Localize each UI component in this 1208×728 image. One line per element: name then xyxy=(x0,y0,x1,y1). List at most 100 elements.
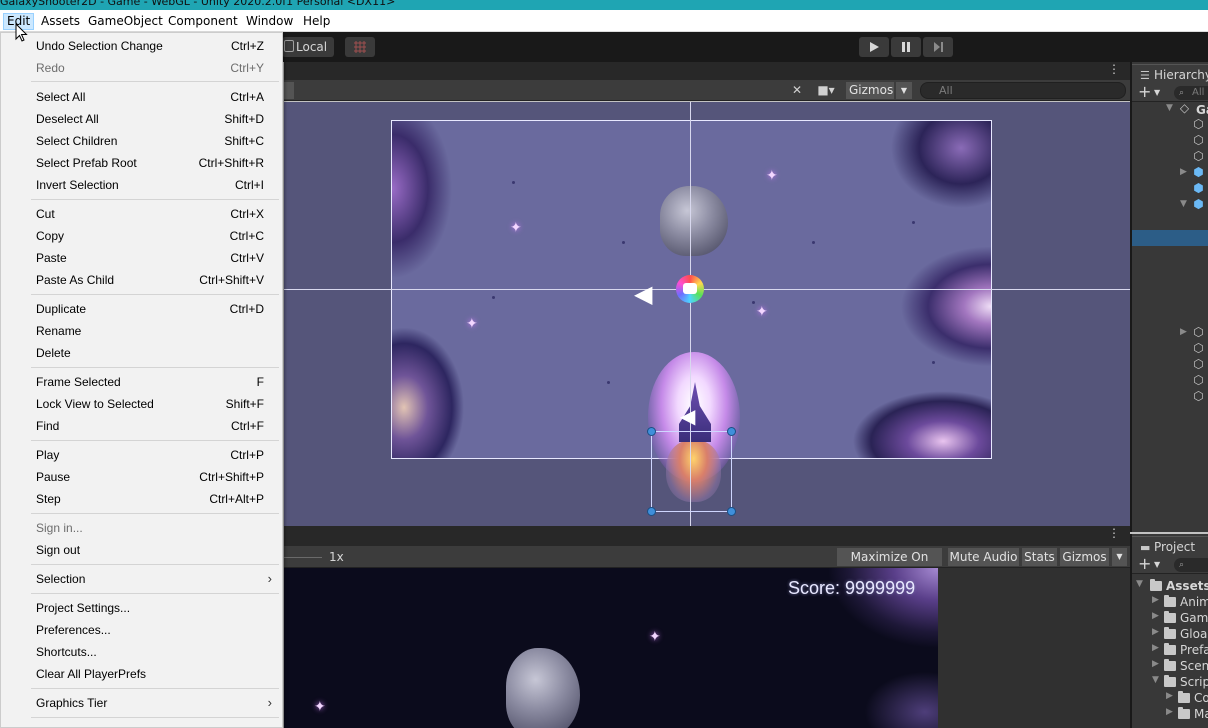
scene-search-input[interactable]: All xyxy=(920,82,1126,99)
expand-icon[interactable]: ▶ xyxy=(1166,690,1176,703)
menu-item-select-children[interactable]: Select Children Shift+C xyxy=(3,130,280,152)
project-folder-row[interactable]: ▼ Assets xyxy=(1132,578,1208,594)
hierarchy-row[interactable] xyxy=(1132,262,1208,278)
game-gizmos-dropdown-icon[interactable]: ▼ xyxy=(1112,548,1128,566)
expand-icon[interactable]: ▶ xyxy=(1180,166,1190,179)
expand-icon[interactable]: ▶ xyxy=(1152,658,1162,671)
project-search-input[interactable]: ⌕ xyxy=(1174,558,1208,572)
resize-handle[interactable] xyxy=(727,427,736,436)
audio-source-icon[interactable]: ◀ xyxy=(634,282,652,306)
menu-item-duplicate[interactable]: Duplicate Ctrl+D xyxy=(3,298,280,320)
hierarchy-row[interactable] xyxy=(1132,246,1208,262)
menu-item-preferences[interactable]: Preferences... xyxy=(3,619,280,641)
collapse-icon[interactable]: ▼ xyxy=(1180,198,1190,211)
hierarchy-row[interactable]: ⬡ xyxy=(1132,374,1208,390)
project-tab[interactable]: ▬ Project xyxy=(1132,536,1208,556)
hierarchy-row[interactable]: ⬡ xyxy=(1132,150,1208,166)
menu-item-redo[interactable]: Redo Ctrl+Y xyxy=(3,57,280,79)
project-folder-row[interactable]: ▶ Gloab xyxy=(1132,626,1208,642)
project-folder-row[interactable]: ▶ Scen xyxy=(1132,658,1208,674)
collapse-icon[interactable]: ▼ xyxy=(1166,102,1176,115)
menu-item-play[interactable]: Play Ctrl+P xyxy=(3,444,280,466)
menu-item-step[interactable]: Step Ctrl+Alt+P xyxy=(3,488,280,510)
hierarchy-row[interactable]: ⬡ xyxy=(1132,342,1208,358)
hierarchy-row[interactable] xyxy=(1132,214,1208,230)
pause-button[interactable] xyxy=(891,37,921,57)
menu-item-sign-in[interactable]: Sign in... xyxy=(3,517,280,539)
menu-item-clear-playerprefs[interactable]: Clear All PlayerPrefs xyxy=(3,663,280,685)
menu-item-graphics-tier[interactable]: Graphics Tier › xyxy=(3,692,280,714)
create-dropdown-icon[interactable]: ▼ xyxy=(1154,84,1160,102)
hierarchy-row[interactable]: ⬡ xyxy=(1132,390,1208,406)
menu-item-lock-view[interactable]: Lock View to Selected Shift+F xyxy=(3,393,280,415)
game-options-icon[interactable]: ⋮ xyxy=(1108,526,1120,540)
resize-handle[interactable] xyxy=(647,507,656,516)
menu-item-selection[interactable]: Selection › xyxy=(3,568,280,590)
rect-transform-selection[interactable] xyxy=(651,431,732,512)
collapse-icon[interactable]: ▼ xyxy=(1136,578,1146,591)
create-icon[interactable]: + xyxy=(1138,555,1151,573)
menu-item-sign-out[interactable]: Sign out xyxy=(3,539,280,561)
menu-item-paste-as-child[interactable]: Paste As Child Ctrl+Shift+V xyxy=(3,269,280,291)
project-folder-row[interactable]: ▶ Prefa xyxy=(1132,642,1208,658)
play-button[interactable] xyxy=(859,37,889,57)
grid-snap-button[interactable] xyxy=(345,37,375,57)
menu-item-undo[interactable]: Undo Selection Change Ctrl+Z xyxy=(3,35,280,57)
camera-dropdown-icon[interactable]: ■▾ xyxy=(814,83,838,98)
scene-gizmos-dropdown-icon[interactable]: ▼ xyxy=(896,82,912,99)
hierarchy-row[interactable]: ⬢ xyxy=(1132,182,1208,198)
create-icon[interactable]: + xyxy=(1138,83,1151,101)
expand-icon[interactable]: ▶ xyxy=(1152,610,1162,623)
stats-button[interactable]: Stats xyxy=(1022,548,1058,566)
project-folder-row[interactable]: ▶ Co xyxy=(1132,690,1208,706)
menu-item-frame-selected[interactable]: Frame Selected F xyxy=(3,371,280,393)
expand-icon[interactable]: ▶ xyxy=(1152,642,1162,655)
step-button[interactable] xyxy=(923,37,953,57)
hierarchy-row[interactable]: ▼ ⬢ xyxy=(1132,198,1208,214)
pivot-space-button[interactable]: Local xyxy=(282,37,334,57)
camera-gizmo-icon[interactable] xyxy=(676,275,704,303)
expand-icon[interactable]: ▶ xyxy=(1180,326,1190,339)
menu-item-paste[interactable]: Paste Ctrl+V xyxy=(3,247,280,269)
hierarchy-row[interactable] xyxy=(1132,294,1208,310)
expand-icon[interactable]: ▶ xyxy=(1152,594,1162,607)
hierarchy-row[interactable]: ⬡ xyxy=(1132,134,1208,150)
hierarchy-row[interactable]: ▶ ⬢ xyxy=(1132,166,1208,182)
game-gizmos-button[interactable]: Gizmos xyxy=(1060,548,1110,566)
hierarchy-tab[interactable]: ☰ Hierarchy xyxy=(1132,64,1208,84)
expand-icon[interactable]: ▶ xyxy=(1166,706,1176,719)
menu-gameobject[interactable]: GameObject xyxy=(85,13,166,30)
hierarchy-row[interactable]: ⬡ xyxy=(1132,118,1208,134)
game-view[interactable]: ✦ ✦ Score: 9999999 xyxy=(284,568,1130,728)
menu-item-find[interactable]: Find Ctrl+F xyxy=(3,415,280,437)
project-folder-row[interactable]: ▶ Anima xyxy=(1132,594,1208,610)
scale-slider[interactable] xyxy=(284,557,322,558)
scene-view[interactable]: ✦ ✦ ✦ ✦ ◀ ◀ xyxy=(284,102,1130,526)
tools-icon[interactable]: ✕ xyxy=(788,83,806,98)
create-dropdown-icon[interactable]: ▼ xyxy=(1154,556,1160,574)
menu-item-copy[interactable]: Copy Ctrl+C xyxy=(3,225,280,247)
resize-handle[interactable] xyxy=(647,427,656,436)
menu-item-cut[interactable]: Cut Ctrl+X xyxy=(3,203,280,225)
project-folder-row[interactable]: ▶ Game xyxy=(1132,610,1208,626)
scene-options-icon[interactable]: ⋮ xyxy=(1108,62,1120,76)
menu-item-invert-selection[interactable]: Invert Selection Ctrl+I xyxy=(3,174,280,196)
menu-window[interactable]: Window xyxy=(243,13,296,30)
menu-item-delete[interactable]: Delete xyxy=(3,342,280,364)
menu-item-pause[interactable]: Pause Ctrl+Shift+P xyxy=(3,466,280,488)
hierarchy-row-selected[interactable] xyxy=(1132,230,1208,246)
audio-source-icon[interactable]: ◀ xyxy=(680,404,695,428)
menu-component[interactable]: Component xyxy=(165,13,241,30)
scene-gizmos-button[interactable]: Gizmos xyxy=(846,82,894,99)
hierarchy-row[interactable] xyxy=(1132,278,1208,294)
hierarchy-row[interactable]: ⬡ xyxy=(1132,358,1208,374)
menu-item-select-prefab-root[interactable]: Select Prefab Root Ctrl+Shift+R xyxy=(3,152,280,174)
expand-icon[interactable]: ▶ xyxy=(1152,626,1162,639)
menu-help[interactable]: Help xyxy=(300,13,333,30)
menu-item-shortcuts[interactable]: Shortcuts... xyxy=(3,641,280,663)
menu-item-deselect-all[interactable]: Deselect All Shift+D xyxy=(3,108,280,130)
maximize-on-play-button[interactable]: Maximize On Play xyxy=(837,548,943,582)
shading-mode-dropdown[interactable] xyxy=(284,82,294,99)
menu-item-select-all[interactable]: Select All Ctrl+A xyxy=(3,86,280,108)
hierarchy-search-input[interactable]: ⌕ All xyxy=(1174,86,1208,100)
